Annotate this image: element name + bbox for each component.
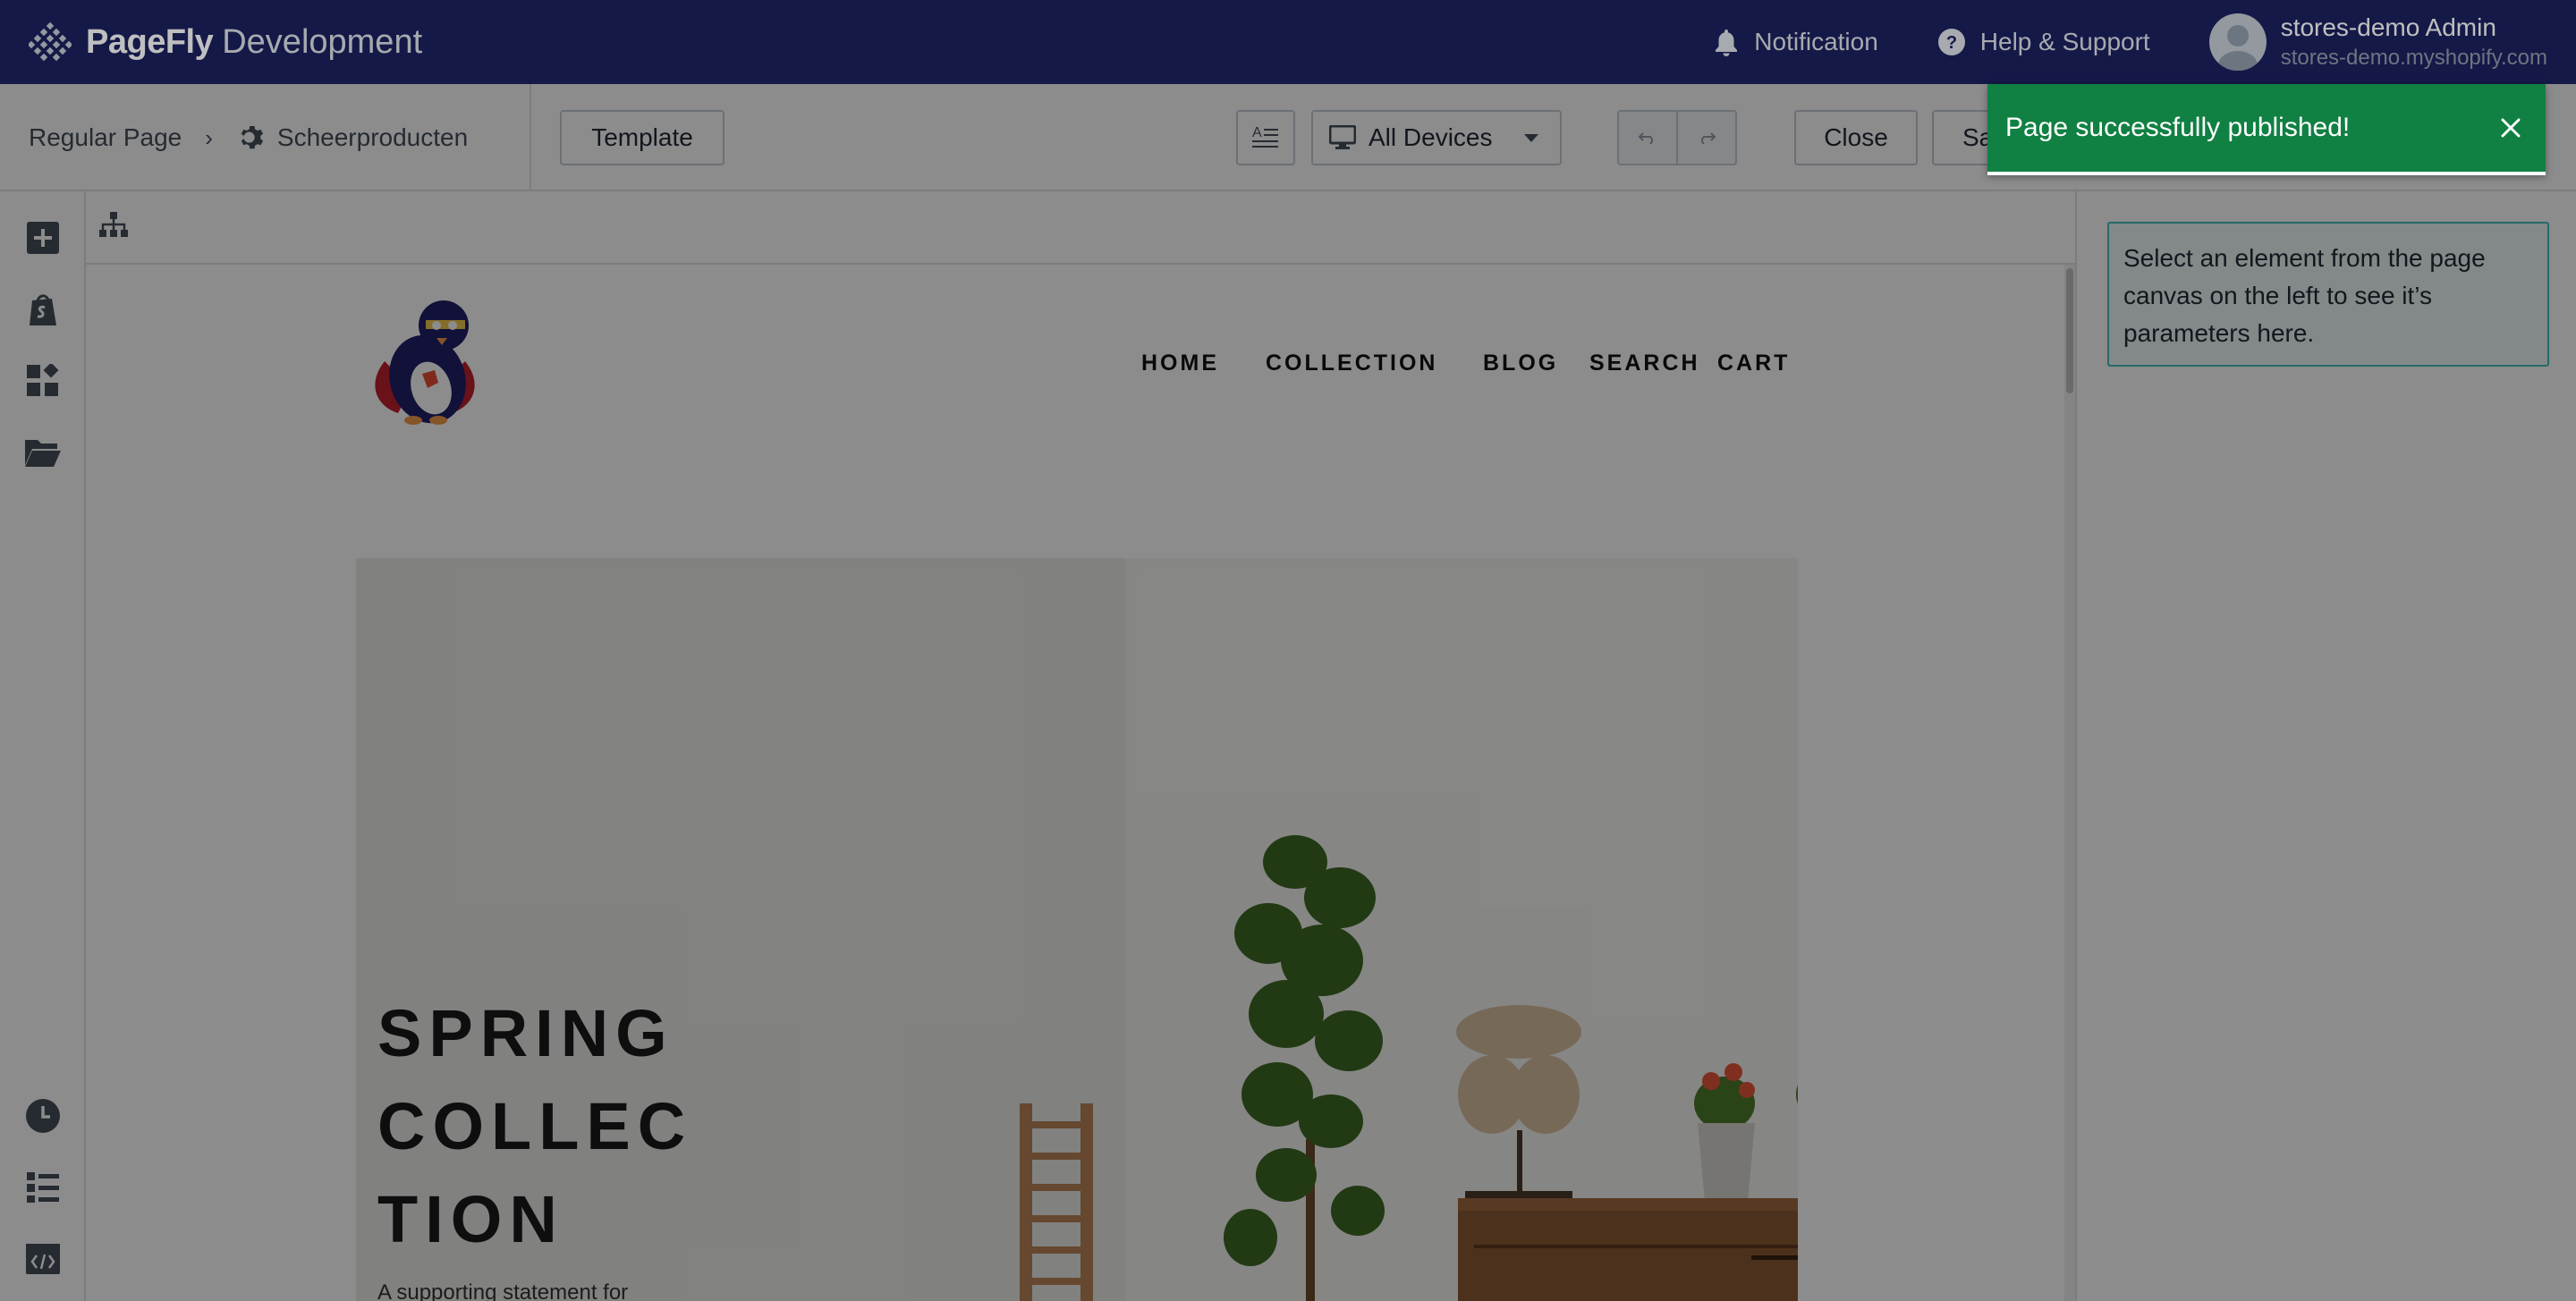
undo-icon — [1638, 132, 1653, 144]
help-icon: ? — [1937, 29, 1965, 55]
list-icon[interactable] — [23, 1168, 63, 1207]
avatar[interactable] — [2208, 13, 2267, 71]
user-name: stores-demo Admin — [2280, 13, 2496, 41]
bell-icon — [1716, 30, 1738, 56]
scrollbar-thumb[interactable] — [2066, 268, 2073, 393]
hero-title-line: COLLEC — [377, 1089, 693, 1163]
nav-blog[interactable]: BLOG — [1483, 351, 1558, 376]
properties-panel: Select an element from the page canvas o… — [2075, 191, 2576, 1301]
desktop-icon — [1329, 125, 1356, 149]
brand[interactable]: PageFly Development — [29, 21, 422, 63]
shopify-bag-icon[interactable] — [23, 290, 63, 329]
redo-icon — [1701, 132, 1716, 144]
hero-title-line: TION — [377, 1182, 564, 1256]
code-icon[interactable] — [23, 1239, 63, 1279]
hero-section[interactable]: SPRING COLLEC TION A supporting statemen… — [356, 558, 1798, 1301]
sitemap-icon[interactable] — [98, 211, 129, 241]
svg-text:A: A — [1252, 125, 1262, 140]
devices-label: All Devices — [1368, 123, 1493, 151]
empty-selection-notice: Select an element from the page canvas o… — [2107, 222, 2549, 367]
add-icon[interactable] — [23, 218, 63, 258]
pagefly-logo-icon — [29, 21, 72, 62]
canvas-toolbar — [86, 191, 2075, 265]
top-bar: PageFly Development Notification ? Help … — [0, 0, 2576, 84]
canvas-scrollbar[interactable] — [2064, 265, 2075, 1301]
devices-dropdown[interactable]: All Devices — [1311, 110, 1562, 165]
redo-button[interactable] — [1676, 110, 1737, 165]
caret-down-icon — [1524, 134, 1538, 142]
notification-label: Notification — [1754, 28, 1878, 55]
hero-title[interactable]: SPRING COLLEC TION — [377, 987, 692, 1266]
help-support-link[interactable]: ? Help & Support — [1937, 28, 2150, 56]
user-silhouette-icon — [2217, 25, 2258, 71]
close-button[interactable]: Close — [1794, 110, 1918, 165]
toast-message: Page successfully published! — [2005, 113, 2351, 142]
text-style-button[interactable]: A — [1236, 110, 1295, 165]
brand-environment: Development — [222, 22, 423, 61]
hero-title-line: SPRING — [377, 996, 674, 1070]
nav-home[interactable]: HOME — [1141, 351, 1219, 376]
nav-collection[interactable]: COLLECTION — [1266, 351, 1438, 376]
chevron-right-icon: › — [205, 123, 213, 151]
user-menu[interactable]: stores-demo Admin stores-demo.myshopify.… — [2281, 13, 2547, 71]
toolbar-divider — [530, 84, 531, 191]
svg-text:?: ? — [1946, 33, 1957, 53]
help-support-label: Help & Support — [1979, 28, 2150, 55]
penguin-mascot-logo[interactable] — [358, 299, 492, 433]
breadcrumb-page[interactable]: Scheerproducten — [277, 123, 468, 152]
history-icon[interactable] — [23, 1096, 63, 1136]
undo-button[interactable] — [1617, 110, 1678, 165]
breadcrumb-root[interactable]: Regular Page — [29, 123, 182, 152]
brand-name: PageFly — [86, 22, 214, 61]
notification-link[interactable]: Notification — [1713, 28, 1878, 56]
nav-search[interactable]: SEARCH — [1589, 351, 1700, 376]
breadcrumb: Regular Page › Scheerproducten — [29, 84, 468, 191]
template-button[interactable]: Template — [560, 110, 724, 165]
success-toast: Page successfully published! — [1987, 84, 2546, 175]
widgets-icon[interactable] — [23, 361, 63, 401]
close-icon[interactable] — [2496, 113, 2526, 143]
page-canvas[interactable]: HOME COLLECTION BLOG SEARCH CART SPRING … — [86, 265, 2064, 1301]
user-store: stores-demo.myshopify.com — [2280, 46, 2547, 70]
hero-subtitle[interactable]: A supporting statement for — [377, 1280, 628, 1301]
left-sidebar — [0, 191, 86, 1301]
folder-icon[interactable] — [23, 433, 63, 472]
text-format-icon: A — [1252, 125, 1278, 148]
nav-cart[interactable]: CART — [1717, 351, 1790, 376]
gear-icon[interactable] — [236, 123, 265, 152]
